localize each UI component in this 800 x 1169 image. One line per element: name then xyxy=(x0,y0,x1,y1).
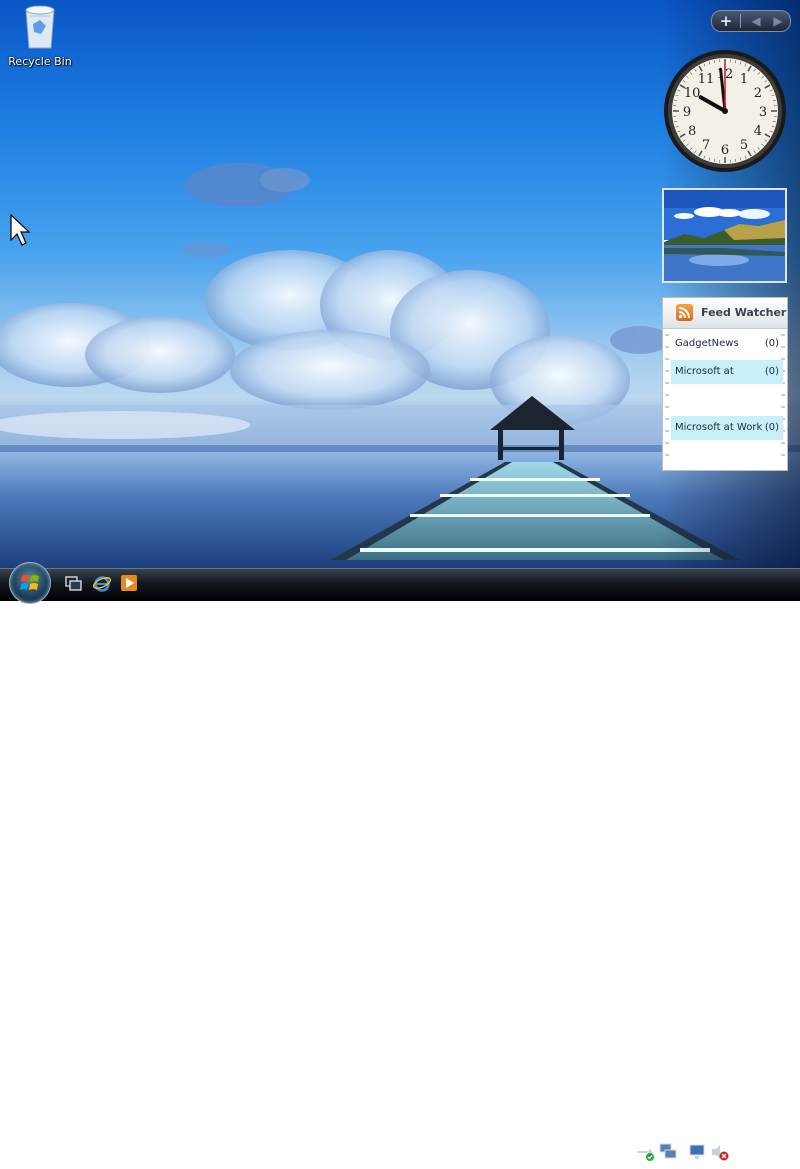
landscape-photo xyxy=(664,190,785,281)
slideshow-gadget[interactable] xyxy=(662,188,787,283)
feed-item[interactable] xyxy=(671,388,783,412)
clock-numeral: 11 xyxy=(698,72,715,87)
start-button[interactable] xyxy=(9,562,51,604)
clock-numeral: 6 xyxy=(721,143,729,158)
previous-page-button[interactable]: ◀ xyxy=(744,11,768,31)
sidebar-controls: + ◀ ▶ xyxy=(711,10,791,32)
feed-item-name: Microsoft at xyxy=(675,366,734,377)
clock-numeral: 5 xyxy=(740,138,748,153)
feed-item[interactable]: Microsoft at Work (0) xyxy=(671,416,783,440)
clock-numeral: 3 xyxy=(759,105,767,120)
feed-watcher-title: Feed Watcher xyxy=(701,306,786,319)
feed-item-count: (0) xyxy=(765,366,779,377)
feed-item-name: GadgetNews xyxy=(675,338,739,349)
feed-item-count: (0) xyxy=(765,338,779,349)
clock-numeral: 8 xyxy=(688,124,696,139)
windows-logo-icon xyxy=(10,563,50,603)
recycle-bin-shortcut[interactable]: Recycle Bin xyxy=(5,2,75,72)
notification-area: 1:00 AM xyxy=(628,1137,800,1169)
monitor-icon[interactable] xyxy=(688,1142,708,1162)
safely-remove-icon[interactable] xyxy=(636,1142,656,1162)
recycle-bin-label: Recycle Bin xyxy=(5,55,75,68)
feed-watcher-header: Feed Watcher xyxy=(663,298,787,329)
add-gadget-button[interactable]: + xyxy=(714,11,738,31)
feed-watcher-gadget[interactable]: Feed Watcher GadgetNews (0) Microsoft at… xyxy=(662,297,788,471)
internet-explorer-icon[interactable] xyxy=(92,573,112,593)
clock-gadget[interactable]: 123456789101112 xyxy=(662,48,788,174)
volume-muted-icon[interactable] xyxy=(710,1142,730,1162)
clock-numeral: 10 xyxy=(684,86,701,101)
clock-numeral: 7 xyxy=(702,138,710,153)
media-player-icon[interactable] xyxy=(119,573,139,593)
clock-numeral: 2 xyxy=(754,86,762,101)
system-clock[interactable]: 1:00 AM xyxy=(739,1145,784,1158)
sidebar-controls-divider xyxy=(740,14,741,28)
mouse-pointer-icon xyxy=(10,214,32,248)
recycle-bin-icon xyxy=(22,2,58,50)
show-desktop-icon[interactable] xyxy=(64,573,84,593)
network-icon[interactable] xyxy=(658,1142,678,1162)
next-page-button[interactable]: ▶ xyxy=(766,11,790,31)
rss-icon xyxy=(676,304,693,321)
feed-item-name: Microsoft at Work xyxy=(675,422,762,433)
feed-item[interactable]: Microsoft at (0) xyxy=(671,360,783,384)
feed-scroll-dots-left xyxy=(665,334,669,466)
clock-numeral: 1 xyxy=(740,72,748,87)
clock-numeral: 4 xyxy=(754,124,762,139)
feed-item-count: (0) xyxy=(765,422,779,433)
clock-numeral: 9 xyxy=(683,105,691,120)
feed-item[interactable]: GadgetNews (0) xyxy=(671,332,783,356)
